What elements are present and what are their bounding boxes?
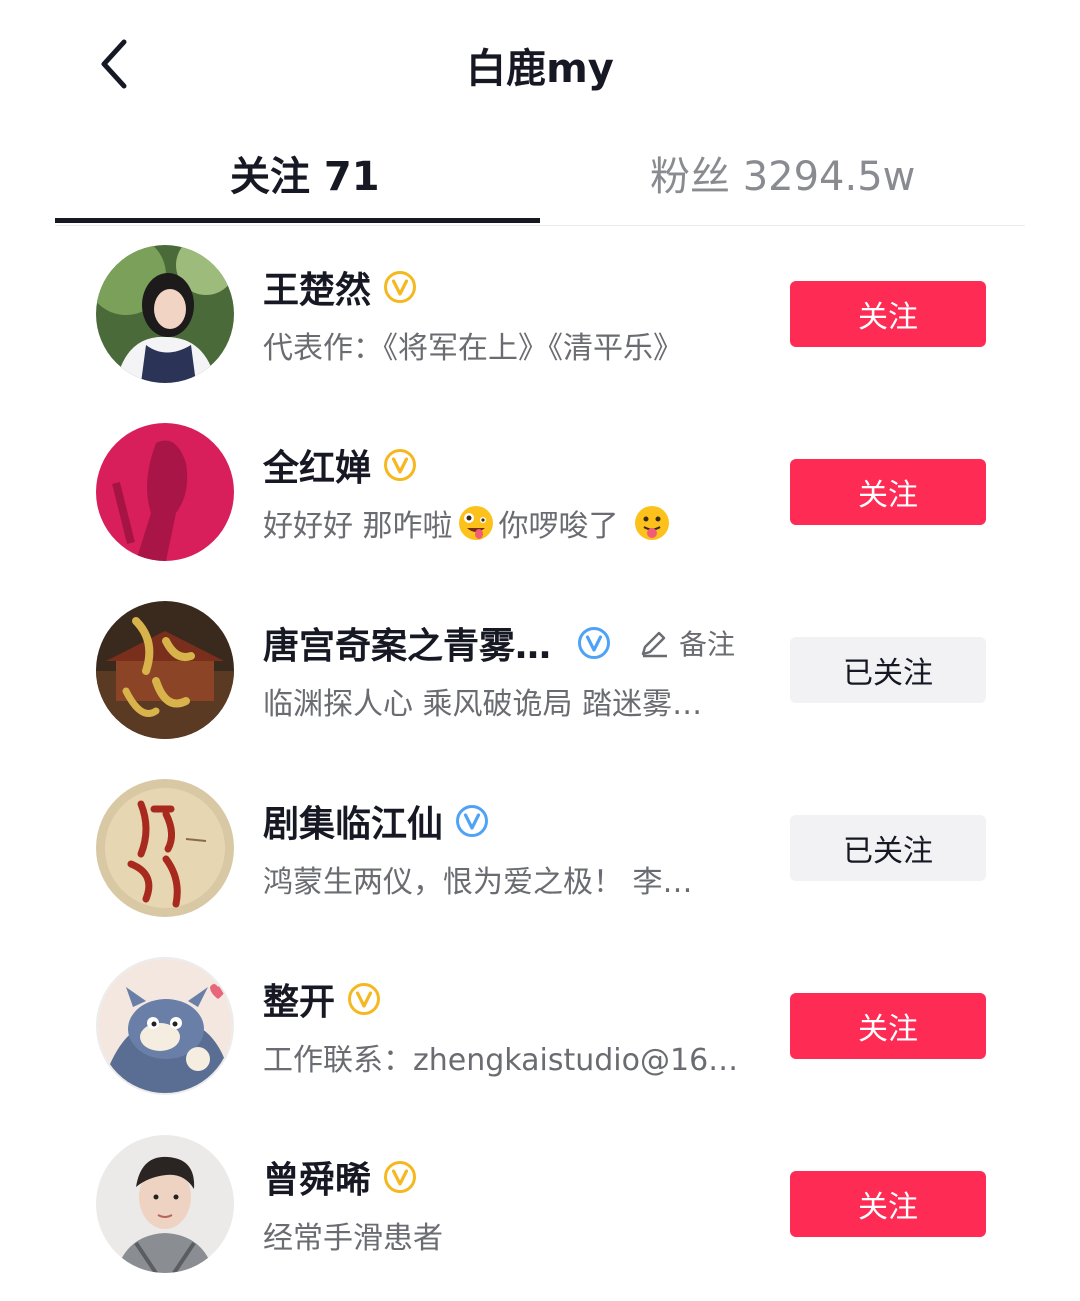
list-item[interactable]: 王楚然 代表作：《将军在上》《清平乐》 关注 <box>0 225 1080 403</box>
blue-verified-icon <box>577 626 611 660</box>
following-button[interactable]: 已关注 <box>790 637 986 703</box>
user-description: 工作联系：zhengkaistudio@16… <box>263 1043 739 1078</box>
avatar[interactable] <box>96 423 234 561</box>
tab-indicator <box>55 218 540 223</box>
user-description: 鸿蒙生两仪，恨为爱之极！ 李… <box>263 865 693 900</box>
user-name[interactable]: 唐宫奇案之青雾… <box>263 617 551 669</box>
yellow-verified-icon <box>347 982 381 1016</box>
yellow-verified-icon <box>383 270 417 304</box>
list-item[interactable]: 全红婵 好好好 那咋啦 你啰唆了 关注 <box>0 403 1080 581</box>
avatar[interactable] <box>96 779 234 917</box>
list-item[interactable]: 整开 工作联系：zhengkaistudio@16… 关注 <box>0 937 1080 1115</box>
blue-verified-icon <box>455 804 489 838</box>
follow-button[interactable]: 关注 <box>790 1171 986 1237</box>
avatar[interactable] <box>96 245 234 383</box>
follow-button[interactable]: 关注 <box>790 281 986 347</box>
avatar[interactable] <box>96 601 234 739</box>
avatar[interactable] <box>96 1135 234 1273</box>
list-item[interactable]: 曾舜晞 经常手滑患者 关注 <box>0 1115 1080 1293</box>
user-name[interactable]: 剧集临江仙 <box>263 795 443 847</box>
top-bar: 白鹿my <box>0 0 1080 120</box>
tab-following[interactable]: 关注 71 <box>230 144 380 202</box>
user-description: 好好好 那咋啦 你啰唆了 <box>263 501 675 545</box>
list-item[interactable]: 唐宫奇案之青雾… 备注 临渊探人心 乘风破诡局 踏迷雾… 已关注 <box>0 581 1080 759</box>
yellow-verified-icon <box>383 1160 417 1194</box>
user-description: 代表作：《将军在上》《清平乐》 <box>263 331 683 366</box>
tab-bar: 关注 71 粉丝 3294.5w <box>55 130 1025 226</box>
follow-button[interactable]: 关注 <box>790 459 986 525</box>
user-name[interactable]: 曾舜晞 <box>263 1151 371 1203</box>
list-item[interactable]: 剧集临江仙 鸿蒙生两仪，恨为爱之极！ 李… 已关注 <box>0 759 1080 937</box>
yellow-verified-icon <box>383 448 417 482</box>
user-name[interactable]: 整开 <box>263 973 335 1025</box>
user-name[interactable]: 全红婵 <box>263 439 371 491</box>
zany-face-emoji <box>457 504 495 542</box>
user-description: 经常手滑患者 <box>263 1221 443 1256</box>
user-name[interactable]: 王楚然 <box>263 261 371 313</box>
user-description: 临渊探人心 乘风破诡局 踏迷雾… <box>263 687 703 722</box>
avatar[interactable] <box>96 957 234 1095</box>
following-button[interactable]: 已关注 <box>790 815 986 881</box>
pencil-icon <box>641 631 668 658</box>
follow-button[interactable]: 关注 <box>790 993 986 1059</box>
remark-button[interactable]: 备注 <box>637 623 735 663</box>
page-title: 白鹿my <box>466 46 614 92</box>
tongue-out-emoji <box>633 504 671 542</box>
tab-fans[interactable]: 粉丝 3294.5w <box>650 144 915 202</box>
